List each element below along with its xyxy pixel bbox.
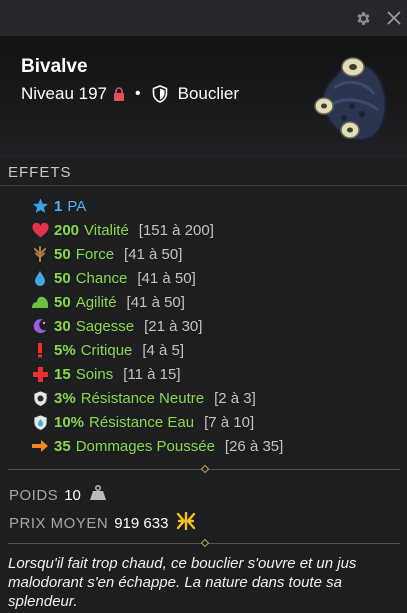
- effect-label: Agilité: [75, 293, 117, 311]
- weight-label: POIDS: [9, 486, 59, 504]
- strength-icon: [30, 245, 50, 263]
- effect-range: [151 à 200]: [138, 221, 214, 239]
- item-type: Bouclier: [177, 84, 240, 103]
- effect-value: 10%: [54, 413, 85, 431]
- effect-label: Résistance Eau: [89, 413, 195, 431]
- separator-dot: •: [135, 85, 141, 102]
- effect-critique: 5% Critique [4 à 5]: [30, 338, 283, 362]
- effect-value: 3%: [54, 389, 76, 407]
- effects-title: EFFETS: [8, 164, 72, 181]
- effect-label: Dommages Poussée: [75, 437, 215, 455]
- effect-label: Force: [75, 245, 115, 263]
- effect-range: [2 à 3]: [214, 389, 256, 407]
- divider: [8, 538, 400, 548]
- effect-dommages-poussee: 35 Dommages Poussée [26 à 35]: [30, 434, 283, 458]
- gear-icon[interactable]: [353, 8, 373, 28]
- effect-value: 5%: [54, 341, 76, 359]
- effect-value: 50: [54, 293, 71, 311]
- effect-range: [7 à 10]: [204, 413, 255, 431]
- neutral-resistance-icon: [30, 389, 50, 407]
- effect-value: 50: [54, 269, 71, 287]
- effect-label: Sagesse: [75, 317, 135, 335]
- effect-range: [4 à 5]: [142, 341, 185, 359]
- lock-icon: [113, 87, 125, 101]
- effect-pa: 1 PA: [30, 194, 283, 218]
- heart-icon: [30, 221, 50, 239]
- effect-range: [11 à 15]: [123, 365, 181, 383]
- weight-icon: [89, 485, 107, 505]
- effect-resistance-eau: 10% Résistance Eau [7 à 10]: [30, 410, 283, 434]
- close-icon[interactable]: [384, 8, 404, 28]
- item-header: Bivalve Niveau 197 • Bouclier: [0, 36, 407, 158]
- effect-chance: 50 Chance [41 à 50]: [30, 266, 283, 290]
- kamas-icon: [176, 511, 196, 534]
- effects-separator: [0, 185, 407, 186]
- weight-row: POIDS 10: [9, 485, 107, 505]
- item-name: Bivalve: [21, 56, 88, 77]
- effect-agilite: 50 Agilité [41 à 50]: [30, 290, 283, 314]
- effect-label: PA: [67, 197, 87, 215]
- push-damage-icon: [30, 437, 50, 455]
- price-row: PRIX MOYEN 919 633: [9, 511, 196, 534]
- price-value: 919 633: [114, 514, 169, 532]
- effect-value: 50: [54, 245, 71, 263]
- effect-range: [41 à 50]: [126, 293, 185, 311]
- effect-range: [41 à 50]: [124, 245, 183, 263]
- effect-value: 30: [54, 317, 71, 335]
- item-image: [306, 48, 396, 144]
- effect-soins: 15 Soins [11 à 15]: [30, 362, 283, 386]
- item-description: Lorsqu'il fait trop chaud, ce bouclier s…: [8, 555, 357, 610]
- water-drop-icon: [30, 269, 50, 287]
- effect-value: 15: [54, 365, 71, 383]
- agility-icon: [30, 293, 50, 311]
- effect-resistance-neutre: 3% Résistance Neutre [2 à 3]: [30, 386, 283, 410]
- star-icon: [30, 197, 50, 215]
- effect-sagesse: 30 Sagesse [21 à 30]: [30, 314, 283, 338]
- effect-label: Critique: [80, 341, 133, 359]
- effect-label: Chance: [75, 269, 128, 287]
- effect-label: Soins: [75, 365, 114, 383]
- effect-label: Vitalité: [84, 221, 129, 239]
- wisdom-icon: [30, 317, 50, 335]
- effect-value: 1: [54, 197, 63, 215]
- effects-list: 1 PA 200 Vitalité [151 à 200] 50 Force […: [30, 194, 283, 458]
- water-resistance-icon: [30, 413, 50, 431]
- tooltip-toolbar: [0, 0, 407, 36]
- item-level: Niveau 197: [21, 84, 108, 103]
- effect-label: Résistance Neutre: [80, 389, 205, 407]
- heal-cross-icon: [30, 365, 50, 383]
- effect-value: 35: [54, 437, 71, 455]
- item-subtitle: Niveau 197 • Bouclier: [21, 84, 239, 104]
- divider: [8, 464, 400, 474]
- divider-diamond: [200, 538, 210, 548]
- effect-vitalite: 200 Vitalité [151 à 200]: [30, 218, 283, 242]
- effect-value: 200: [54, 221, 80, 239]
- divider-diamond: [200, 464, 210, 474]
- effect-range: [41 à 50]: [137, 269, 196, 287]
- effect-range: [26 à 35]: [224, 437, 284, 455]
- critical-icon: [30, 341, 50, 359]
- effect-range: [21 à 30]: [144, 317, 203, 335]
- weight-value: 10: [64, 486, 81, 504]
- shield-icon: [152, 85, 168, 103]
- effect-force: 50 Force [41 à 50]: [30, 242, 283, 266]
- price-label: PRIX MOYEN: [9, 514, 109, 532]
